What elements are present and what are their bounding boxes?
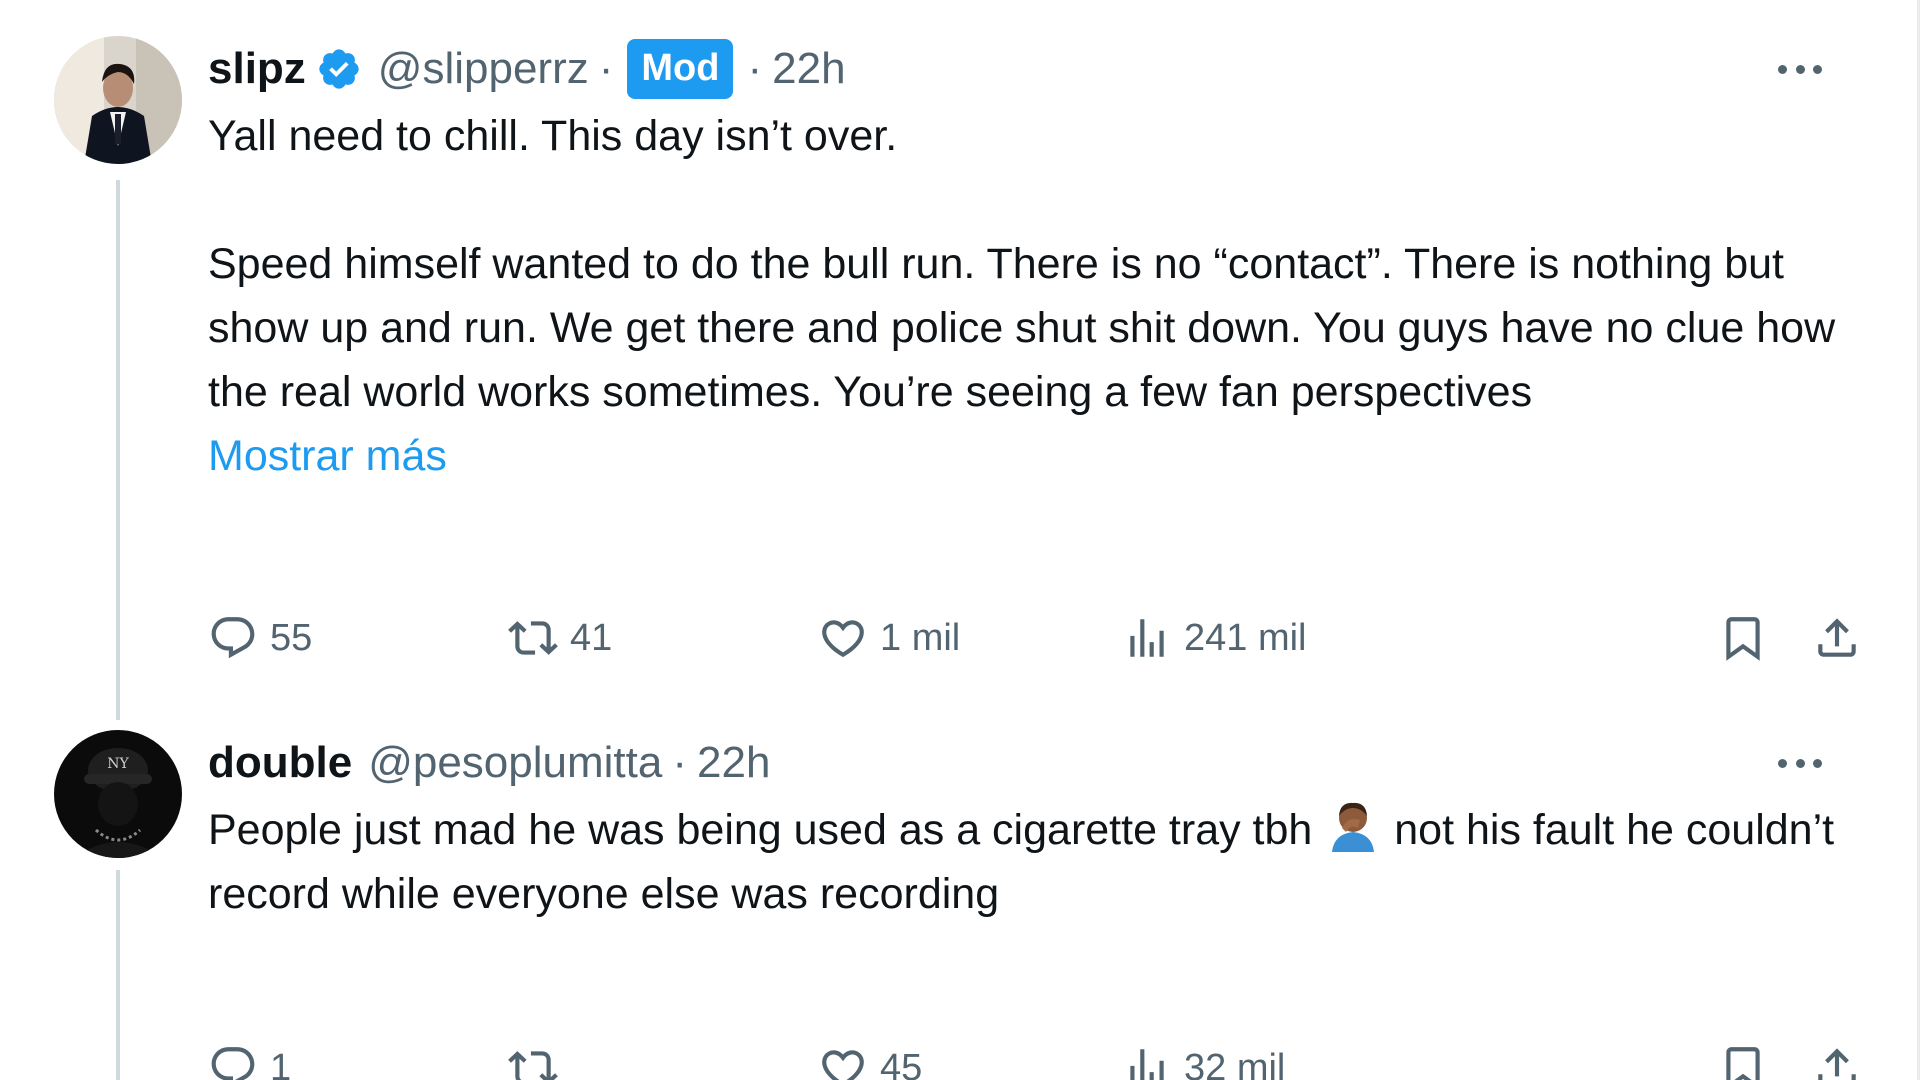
verified-badge-icon <box>316 46 362 92</box>
separator-dot: · <box>672 738 688 787</box>
tweet-text: Yall need to chill. This day isn’t over.… <box>208 104 1858 424</box>
bookmark-icon <box>1718 613 1768 663</box>
user-handle[interactable]: @slipperrz <box>378 44 589 94</box>
repost-icon <box>508 613 558 663</box>
thread-connector-line <box>116 870 120 1080</box>
avatar[interactable]: NY <box>54 730 182 858</box>
tweet-header: double @pesoplumitta · 22h <box>208 730 1858 796</box>
display-name[interactable]: slipz <box>208 44 306 94</box>
tweet-actions: 1 45 32 mil <box>208 1038 1858 1080</box>
tweet-text: People just mad he was being used as a c… <box>208 798 1848 926</box>
timestamp[interactable]: 22h <box>772 44 845 94</box>
tweet-actions: 55 41 1 mil 241 mil <box>208 608 1858 668</box>
share-button[interactable] <box>1812 608 1862 668</box>
separator-dot: · <box>747 44 763 93</box>
views-chart-icon <box>1122 1043 1172 1080</box>
heart-icon <box>818 613 868 663</box>
separator-dot: · <box>598 44 614 93</box>
repost-icon <box>508 1043 558 1080</box>
reply-button[interactable]: 1 <box>208 1038 291 1080</box>
user-handle[interactable]: @pesoplumitta <box>368 738 662 788</box>
show-more-link[interactable]: Mostrar más <box>208 424 447 488</box>
timestamp[interactable]: 22h <box>697 738 770 788</box>
views-count: 32 mil <box>1184 1046 1286 1080</box>
tweet-body: slipz @slipperrz · Mod · 22h Yall need t… <box>208 36 1858 661</box>
views-count: 241 mil <box>1184 616 1307 659</box>
svg-text:NY: NY <box>107 756 129 772</box>
like-button[interactable]: 1 mil <box>818 608 960 668</box>
tweet-body: double @pesoplumitta · 22h People just m… <box>208 730 1858 1080</box>
thread-connector-line <box>116 180 120 720</box>
avatar[interactable] <box>54 36 182 164</box>
tweet-header: slipz @slipperrz · Mod · 22h <box>208 36 1858 102</box>
reply-icon <box>208 1043 258 1080</box>
tweet-text-segment: People just mad he was being used as a c… <box>208 806 1313 854</box>
thread-page: slipz @slipperrz · Mod · 22h Yall need t… <box>0 0 1920 1080</box>
views-button[interactable]: 241 mil <box>1122 608 1307 668</box>
avatar-image <box>54 36 182 164</box>
like-count: 1 mil <box>880 616 961 659</box>
more-options-icon[interactable] <box>1778 54 1822 84</box>
repost-count: 41 <box>570 616 613 659</box>
reply-count: 55 <box>270 616 313 659</box>
share-icon <box>1812 613 1862 663</box>
reply-button[interactable]: 55 <box>208 608 312 668</box>
person-facepalming-emoji-icon <box>1328 798 1378 852</box>
share-icon <box>1812 1043 1862 1080</box>
reply-icon <box>208 613 258 663</box>
mod-badge: Mod <box>627 39 734 99</box>
bookmark-icon <box>1718 1043 1768 1080</box>
repost-button[interactable] <box>508 1038 570 1080</box>
tweet-text-paragraph: Speed himself wanted to do the bull run.… <box>208 240 1836 416</box>
views-button[interactable]: 32 mil <box>1122 1038 1285 1080</box>
share-button[interactable] <box>1812 1038 1862 1080</box>
bookmark-button[interactable] <box>1718 1038 1768 1080</box>
views-chart-icon <box>1122 613 1172 663</box>
display-name[interactable]: double <box>208 738 352 788</box>
more-options-icon[interactable] <box>1778 748 1822 778</box>
tweet-text-line: Yall need to chill. This day isn’t over. <box>208 112 898 160</box>
like-button[interactable]: 45 <box>818 1038 922 1080</box>
heart-icon <box>818 1043 868 1080</box>
repost-button[interactable]: 41 <box>508 608 612 668</box>
bookmark-button[interactable] <box>1718 608 1768 668</box>
like-count: 45 <box>880 1046 923 1080</box>
reply-count: 1 <box>270 1046 292 1080</box>
avatar-image: NY <box>54 730 182 858</box>
